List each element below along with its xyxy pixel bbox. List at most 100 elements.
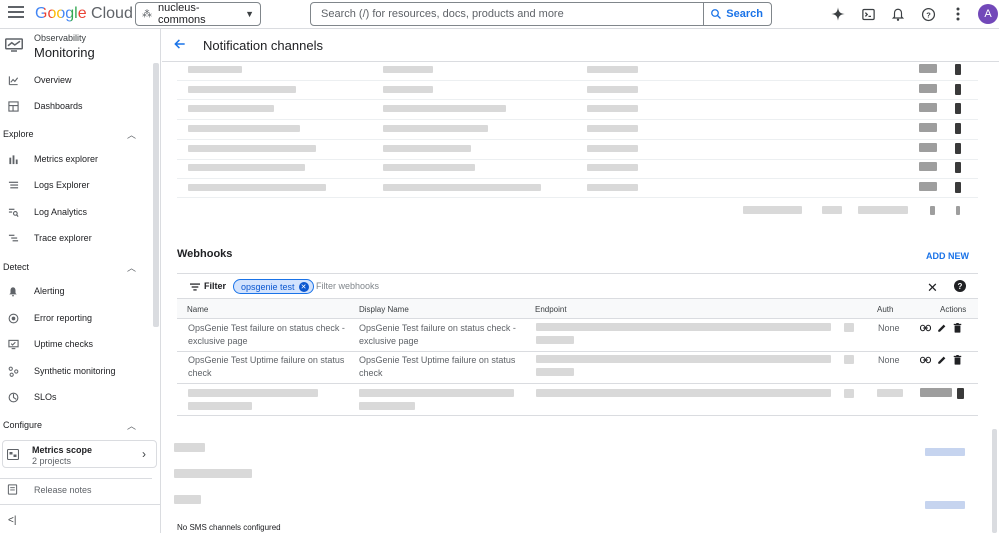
nav-metrics-explorer[interactable]: Metrics explorer (0, 148, 152, 170)
cloud-shell-icon[interactable] (858, 4, 878, 24)
release-notes-icon (7, 483, 19, 496)
slo-icon (7, 391, 19, 403)
delete-trash-icon[interactable] (952, 354, 963, 365)
more-vert-icon[interactable] (948, 4, 968, 24)
metrics-scope-card[interactable]: Metrics scope 2 projects › (2, 440, 157, 468)
filter-webhooks-input[interactable]: Filter webhooks (316, 281, 379, 291)
google-cloud-logo[interactable]: Google Cloud (35, 5, 133, 23)
help-icon[interactable]: ? (918, 4, 938, 24)
row-auth: None (878, 323, 900, 333)
link-icon[interactable] (920, 322, 931, 333)
project-picker[interactable]: ⁂ nucleus-commons ▼ (135, 2, 261, 26)
service-header: Observability Monitoring (0, 29, 161, 61)
section-detect-label: Detect (3, 262, 30, 272)
delete-trash-icon[interactable] (952, 322, 963, 333)
sidebar-scrollbar[interactable] (153, 63, 159, 327)
link-icon[interactable] (920, 354, 931, 365)
nav-synthetic-monitoring[interactable]: Synthetic monitoring (0, 360, 152, 382)
overview-icon (7, 74, 19, 86)
nav-trace-explorer-label: Trace explorer (34, 233, 92, 243)
synthetic-icon (7, 365, 19, 377)
nav-slos[interactable]: SLOs (0, 386, 152, 408)
col-endpoint[interactable]: Endpoint (535, 305, 567, 314)
nav-uptime-checks[interactable]: Uptime checks (0, 333, 152, 355)
search-bar[interactable]: Search (/) for resources, docs, products… (310, 2, 772, 26)
filter-help-icon[interactable]: ? (954, 280, 966, 292)
redacted-heading (174, 495, 201, 504)
nav-release-notes-label: Release notes (34, 484, 92, 495)
page-header: Notification channels (162, 29, 999, 62)
collapse-sidebar-icon[interactable]: <| (8, 515, 16, 526)
back-arrow-icon[interactable] (173, 37, 187, 51)
nav-uptime-checks-label: Uptime checks (34, 339, 94, 349)
notifications-bell-icon[interactable] (888, 4, 908, 24)
webhooks-heading: Webhooks (177, 248, 233, 260)
table-row: OpsGenie Test Uptime failure on status c… (177, 352, 978, 384)
nav-metrics-explorer-label: Metrics explorer (34, 154, 99, 164)
sidebar: Observability Monitoring Overview Dashbo… (0, 29, 161, 533)
nav-overview[interactable]: Overview (0, 69, 152, 91)
redacted-value (844, 355, 854, 364)
nav-alerting-label: Alerting (34, 286, 65, 296)
edit-pencil-icon[interactable] (936, 354, 947, 365)
main-scrollbar[interactable] (992, 429, 997, 533)
section-detect[interactable]: Detect ︿ (0, 256, 152, 278)
filter-chip-label: opsgenie test (241, 281, 295, 292)
clear-filter-icon[interactable]: ✕ (927, 280, 938, 296)
chevron-down-icon: ▼ (245, 9, 254, 19)
col-name[interactable]: Name (187, 305, 208, 314)
main-menu-icon[interactable] (8, 6, 24, 20)
row-name: OpsGenie Test failure on status check - … (188, 323, 345, 346)
nav-logs-explorer[interactable]: Logs Explorer (0, 174, 152, 196)
remove-chip-icon[interactable]: ✕ (298, 281, 309, 292)
nav-dashboards[interactable]: Dashboards (0, 95, 152, 117)
section-configure[interactable]: Configure ︿ (0, 414, 152, 436)
account-avatar[interactable]: A (978, 4, 998, 24)
nav-error-reporting[interactable]: Error reporting (0, 307, 152, 329)
table-row (177, 384, 978, 416)
edit-pencil-icon[interactable] (936, 322, 947, 333)
svg-text:?: ? (926, 10, 931, 19)
redacted-endpoint (536, 323, 831, 331)
gemini-icon[interactable] (828, 4, 848, 24)
search-icon (711, 9, 722, 19)
monitoring-logo-icon (5, 38, 23, 52)
list-lines-icon (7, 179, 19, 191)
logo-google-text: Google (35, 5, 87, 22)
trace-icon (7, 232, 19, 244)
search-list-icon (7, 206, 19, 218)
project-icon: ⁂ (142, 8, 152, 20)
nav-dashboards-label: Dashboards (34, 101, 83, 111)
redacted-value (844, 323, 854, 332)
redacted-subheading (174, 469, 252, 478)
main-content: Notification channels Webhooks ADD NEW F… (162, 29, 999, 533)
logo-cloud-text: Cloud (91, 5, 133, 22)
col-display-name[interactable]: Display Name (359, 305, 409, 314)
error-icon (7, 312, 19, 324)
filter-label[interactable]: Filter (204, 281, 226, 291)
search-button-label: Search (726, 8, 763, 20)
row-auth: None (878, 355, 900, 365)
nav-alerting[interactable]: Alerting (0, 280, 152, 302)
row-display-name: OpsGenie Test failure on status check - … (359, 323, 516, 346)
filter-chip-opsgenie[interactable]: opsgenie test ✕ (233, 279, 314, 294)
filter-icon[interactable] (190, 283, 200, 291)
section-explore[interactable]: Explore ︿ (0, 123, 152, 145)
chevron-right-icon: › (142, 447, 146, 461)
search-input[interactable]: Search (/) for resources, docs, products… (311, 8, 703, 20)
redacted-add-link (925, 448, 965, 456)
nav-synthetic-monitoring-label: Synthetic monitoring (34, 366, 116, 376)
table-row: OpsGenie Test failure on status check - … (177, 320, 978, 352)
search-button[interactable]: Search (703, 3, 771, 25)
row-actions (920, 322, 963, 333)
chevron-up-icon: ︿ (126, 420, 136, 431)
nav-log-analytics[interactable]: Log Analytics (0, 201, 152, 223)
webhooks-table-header: Name Display Name Endpoint Auth Actions (177, 299, 978, 319)
nav-trace-explorer[interactable]: Trace explorer (0, 227, 152, 249)
bar-chart-icon (7, 153, 19, 165)
col-auth[interactable]: Auth (877, 305, 893, 314)
add-new-webhook-button[interactable]: ADD NEW (926, 251, 969, 261)
section-explore-label: Explore (3, 129, 34, 139)
nav-release-notes[interactable]: Release notes (0, 478, 152, 500)
row-actions (920, 354, 963, 365)
